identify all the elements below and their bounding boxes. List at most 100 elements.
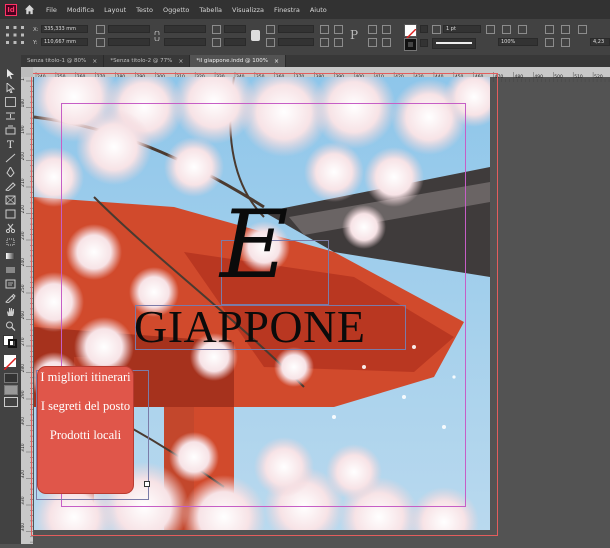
document-page[interactable]: E GIAPPONE I migliori itinerari I segret… [34,77,490,530]
flip-h-icon[interactable] [320,38,329,47]
fx-icon[interactable] [518,25,527,34]
distribute-icon[interactable] [545,38,554,47]
frame-handle[interactable] [144,481,150,487]
stroke-color-icon[interactable] [8,339,17,348]
hand-tool-icon[interactable] [5,307,16,317]
stroke-swatch[interactable] [404,38,417,51]
x-field[interactable]: 335,333 mm [41,25,88,33]
gradient-feather-tool-icon[interactable] [5,265,16,275]
free-transform-tool-icon[interactable] [5,237,16,247]
svg-text:T: T [7,140,14,149]
close-icon[interactable]: × [178,58,183,65]
menu-aiuto[interactable]: Aiuto [305,6,332,14]
select-next-icon[interactable] [382,38,391,47]
height-field[interactable] [108,38,150,46]
stroke-weight-field[interactable]: 1 pt [443,25,481,33]
ruler-label: 320 [21,470,26,479]
line-tool-icon[interactable] [5,153,16,163]
note-tool-icon[interactable] [5,279,16,289]
ruler-label: 490 [534,74,543,80]
shear-field[interactable] [224,38,246,46]
gap-tool-icon[interactable] [5,111,16,121]
page-tool-icon[interactable] [5,97,16,107]
menu-testo[interactable]: Testo [131,6,158,14]
title-giappone[interactable]: GIAPPONE [134,304,365,350]
rectangle-tool-icon[interactable] [5,209,16,219]
text-wrap-icon[interactable] [486,25,495,34]
rotate-field[interactable] [224,25,246,33]
ruler-label: 260 [21,311,26,320]
transform-again-icon[interactable] [251,30,260,41]
menu-file[interactable]: File [41,6,62,14]
ruler-label: 270 [21,337,26,346]
tab-senza-titolo-1[interactable]: Senza titolo-1 @ 80% × [21,55,105,67]
apply-color-icon[interactable] [4,373,18,383]
x-label: X: [33,27,39,33]
rotate-cw-icon[interactable] [320,25,329,34]
angle-field[interactable] [278,25,314,33]
direct-selection-tool-icon[interactable] [5,83,16,93]
menu-visualizza[interactable]: Visualizza [227,6,269,14]
select-prev-icon[interactable] [382,25,391,34]
selection-tool-icon[interactable] [5,69,16,79]
stroke-weight-icon [432,25,441,34]
select-content-icon[interactable] [368,38,377,47]
content-collector-icon[interactable] [5,125,16,135]
align-icon[interactable] [545,25,554,34]
scale-y-field[interactable] [164,38,206,46]
gutter-field[interactable]: 4,23 [590,38,610,46]
reference-point-icon[interactable] [4,24,26,46]
menu-tabella[interactable]: Tabella [194,6,227,14]
angle-icon [266,25,275,34]
flip-v-icon[interactable] [334,38,343,47]
decorative-e[interactable]: E [220,199,289,293]
stroke-type-select[interactable] [432,38,476,49]
close-icon[interactable]: × [274,58,279,65]
pen-tool-icon[interactable] [5,167,16,177]
select-container-icon[interactable] [368,25,377,34]
stroke-dropdown[interactable] [420,39,428,47]
menu-finestra[interactable]: Finestra [269,6,305,14]
ruler-origin[interactable] [21,67,33,77]
home-icon[interactable] [24,4,35,15]
menu-oggetto[interactable]: Oggetto [158,6,194,14]
scissors-tool-icon[interactable] [5,223,16,233]
rectangle-frame-tool-icon[interactable] [5,195,16,205]
flip-p-icon[interactable]: P [349,27,363,43]
columns-icon[interactable] [561,38,570,47]
apply-gradient-icon[interactable] [4,385,18,395]
y-field[interactable]: 110,667 mm [41,38,88,46]
constrain-proportions-icon[interactable] [154,31,160,41]
red-info-box[interactable]: I migliori itinerari I segreti del posto… [37,366,134,494]
menu-modifica[interactable]: Modifica [62,6,99,14]
gradient-tool-icon[interactable] [5,251,16,261]
type-tool-icon[interactable]: T [5,139,16,149]
screen-mode-icon[interactable] [4,397,18,407]
corner-icon[interactable] [502,25,511,34]
close-icon[interactable]: × [92,58,97,65]
shear-angle-field[interactable] [278,38,314,46]
shear-icon [212,38,221,47]
menu-layout[interactable]: Layout [99,6,131,14]
grid-icon[interactable] [561,25,570,34]
rotate-ccw-icon[interactable] [334,25,343,34]
fill-swatch[interactable] [404,24,417,41]
tab-il-giappone[interactable]: *il giappone.indd @ 100% × [190,55,287,67]
frame-fit-icon[interactable] [578,25,587,34]
tab-senza-titolo-2[interactable]: *Senza titolo-2 @ 77% × [104,55,191,67]
width-field[interactable] [108,25,150,33]
scale-x-field[interactable] [164,25,206,33]
zoom-tool-icon[interactable] [5,321,16,331]
fill-dropdown[interactable] [420,25,428,33]
eyedropper-tool-icon[interactable] [5,293,16,303]
vertical-ruler[interactable]: 1701801902002102202302402502602702802903… [20,67,33,548]
none-swatch-icon[interactable] [3,355,17,371]
rotate-icon [212,25,221,34]
horizontal-ruler[interactable]: 2402502602702802903003103203303403503603… [33,67,610,82]
height-icon [96,38,105,47]
ruler-label: 520 [594,74,603,80]
opacity-field[interactable]: 100% [498,38,538,46]
pencil-tool-icon[interactable] [5,181,16,191]
ruler-label: 200 [21,152,26,161]
ruler-label: 220 [21,205,26,214]
